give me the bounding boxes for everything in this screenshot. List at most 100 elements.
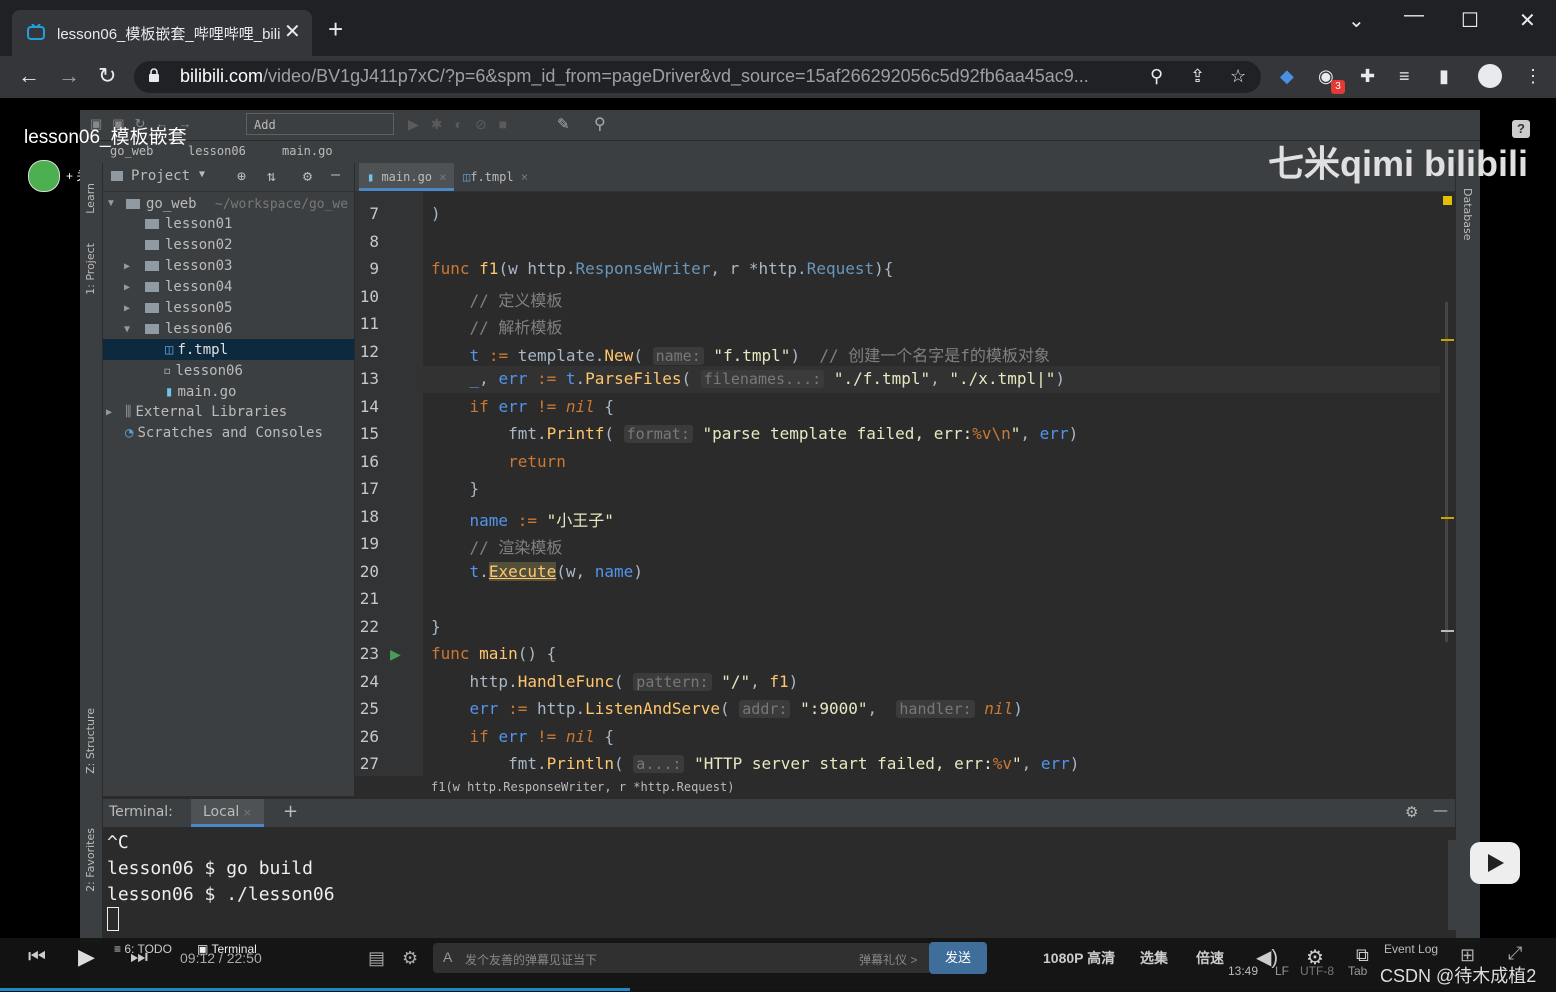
minimize-icon[interactable]: — <box>1404 4 1424 27</box>
tree-node-lesson06-binary[interactable]: ▫ lesson06 <box>163 361 243 382</box>
tree-node-lesson02[interactable]: lesson02 <box>145 235 232 256</box>
quality-selector[interactable]: 1080P 高清 <box>1043 948 1115 968</box>
code-line: return <box>508 452 566 471</box>
fullscreen-icon[interactable]: ⤢ <box>1508 943 1522 964</box>
add-configuration-button[interactable]: Add Configuration... <box>246 113 394 154</box>
tree-label: go_web <box>146 196 197 212</box>
warning-marker[interactable] <box>1441 339 1454 341</box>
signature-text[interactable]: f1(w http.ResponseWriter, r *http.Reques… <box>431 780 734 794</box>
file-encoding[interactable]: UTF-8 <box>1300 964 1334 978</box>
warning-marker[interactable] <box>1441 517 1454 519</box>
forward-icon[interactable]: → <box>58 63 80 89</box>
new-tab-icon[interactable]: + <box>328 16 343 42</box>
episodes-button[interactable]: 选集 <box>1140 948 1168 968</box>
puzzle-icon[interactable]: ✚ <box>1360 66 1375 87</box>
tree-node-f-tmpl[interactable]: ◫ f.tmpl <box>165 340 228 361</box>
close-window-icon[interactable]: ✕ <box>1519 8 1536 33</box>
address-bar[interactable]: bilibili.com/video/BV1gJ411p7xC/?p=6&spm… <box>134 61 1261 93</box>
cursor-position[interactable]: 13:49 <box>1228 964 1258 978</box>
editor-scrollbar[interactable] <box>1440 192 1455 776</box>
reload-icon[interactable]: ↻ <box>98 63 116 89</box>
side-panel-icon[interactable]: ▮ <box>1439 66 1449 87</box>
event-log-tab[interactable]: Event Log <box>1384 942 1438 956</box>
tree-node-external-libraries[interactable]: ▶ ⫼ External Libraries <box>106 402 287 423</box>
indent-setting[interactable]: Tab <box>1348 964 1367 978</box>
gear-icon[interactable]: ⚙ <box>1405 803 1418 821</box>
tree-node-lesson01[interactable]: lesson01 <box>145 214 232 235</box>
profile-avatar[interactable] <box>1478 64 1502 88</box>
tree-node-lesson03[interactable]: ▶ lesson03 <box>124 256 232 277</box>
line-number: 26 <box>359 727 379 746</box>
breadcrumb-item[interactable]: main.go <box>282 144 333 158</box>
run-gutter-icon[interactable]: ▶ <box>390 646 401 663</box>
hide-panel-icon[interactable]: — <box>1433 801 1448 819</box>
structure-tool-tab[interactable]: Z: Structure <box>84 708 97 774</box>
locate-icon[interactable]: ⊕ <box>237 167 246 185</box>
danmu-toggle-icon[interactable]: ▤ <box>368 948 385 969</box>
learn-tab[interactable]: Learn <box>84 183 97 214</box>
media-icon[interactable]: ≡ <box>1399 66 1410 87</box>
new-terminal-icon[interactable]: + <box>283 801 298 822</box>
danmu-etiquette-link[interactable]: 弹幕礼仪 > <box>859 951 917 968</box>
browser-tab[interactable]: lesson06_模板嵌套_哔哩哔哩_bili ✕ <box>12 10 312 56</box>
project-tool-tab[interactable]: 1: Project <box>84 243 97 295</box>
uploader-avatar[interactable] <box>28 160 60 192</box>
code-line: } <box>431 617 441 636</box>
chevron-down-icon[interactable]: ▼ <box>199 169 205 180</box>
maximize-icon[interactable]: ☐ <box>1461 8 1479 33</box>
favorites-tool-tab[interactable]: 2: Favorites <box>84 828 97 892</box>
extension-gem-icon[interactable]: ◆ <box>1280 66 1294 87</box>
hide-panel-icon[interactable]: — <box>331 165 340 183</box>
search-everywhere-icon[interactable]: ⚲ <box>594 114 606 134</box>
breadcrumb-item[interactable]: lesson06 <box>188 144 246 158</box>
menu-icon[interactable]: ⋮ <box>1524 66 1542 87</box>
inspection-status-icon[interactable] <box>1443 196 1452 205</box>
send-danmu-button[interactable]: 发送 <box>929 942 987 974</box>
code-line: fmt.Println( a...: "HTTP server start fa… <box>431 754 1080 773</box>
line-separator[interactable]: LF <box>1275 964 1289 978</box>
tree-node-lesson06[interactable]: ▼ lesson06 <box>124 319 232 340</box>
project-panel-header: Project ▼ ⊕ ⇅ ⚙ — <box>103 163 354 192</box>
danmu-input[interactable]: A 发个友善的弹幕见证当下 弹幕礼仪 > <box>433 943 929 973</box>
tree-node-lesson04[interactable]: ▶ lesson04 <box>124 277 232 298</box>
previous-icon[interactable]: ⏮ <box>28 946 46 969</box>
terminal-tab-local[interactable]: Local × <box>191 799 265 827</box>
picture-in-picture-icon[interactable]: ⧉ <box>1356 945 1369 966</box>
tree-node-scratches[interactable]: ◔ Scratches and Consoles <box>125 423 323 444</box>
terminal-output[interactable]: ^C lesson06 $ go build lesson06 $ ./less… <box>103 827 1455 937</box>
close-tab-icon[interactable]: ✕ <box>284 19 301 44</box>
bookmark-star-icon[interactable]: ☆ <box>1230 66 1246 87</box>
play-icon[interactable]: ▶ <box>78 944 95 970</box>
share-icon[interactable]: ⇪ <box>1190 66 1205 87</box>
tree-node-go-web[interactable]: ▼ go_web ~/workspace/go_we <box>106 193 348 214</box>
tree-node-lesson05[interactable]: ▶ lesson05 <box>124 298 232 319</box>
scroll-thumb[interactable] <box>1445 302 1448 642</box>
tree-path: ~/workspace/go_we <box>215 197 349 212</box>
zoom-icon[interactable]: ⚲ <box>1150 66 1163 87</box>
back-icon[interactable]: ← <box>18 63 40 89</box>
collapse-all-icon[interactable]: ⇅ <box>267 167 276 185</box>
gear-icon[interactable]: ⚙ <box>303 167 312 185</box>
speed-button[interactable]: 倍速 <box>1196 948 1224 968</box>
settings-wrench-icon[interactable]: ✎ <box>557 115 570 133</box>
danmu-settings-icon[interactable]: ⚙ <box>402 948 418 969</box>
project-folder-icon <box>111 171 123 181</box>
line-number: 18 <box>359 507 379 526</box>
database-tool-tab[interactable]: Database <box>1461 188 1474 241</box>
project-view-selector[interactable]: Project <box>131 168 190 184</box>
playback-progress[interactable] <box>0 988 630 991</box>
tab-f-tmpl[interactable]: ◫f.tmpl × <box>455 163 536 191</box>
todo-tab[interactable]: ≡ 6: TODO <box>114 942 172 956</box>
tab-main-go[interactable]: ▮ main.go × <box>359 163 455 191</box>
tab-search-icon[interactable]: ⌄ <box>1348 8 1365 33</box>
run-debug-icons: ▶✱◐⊘■ <box>408 116 520 132</box>
danmu-style-icon[interactable]: A <box>443 949 452 965</box>
line-number: 25 <box>359 699 379 718</box>
danmu-placeholder: 发个友善的弹幕见证当下 <box>465 953 598 967</box>
extension-badge: 3 <box>1331 80 1345 94</box>
terminal-scrollbar[interactable] <box>1448 840 1458 930</box>
mini-player-icon[interactable] <box>1470 842 1520 884</box>
video-title: lesson06_模板嵌套 <box>24 127 187 148</box>
tree-node-main-go[interactable]: ▮ main.go <box>165 382 236 403</box>
scroll-marker[interactable] <box>1441 630 1454 632</box>
